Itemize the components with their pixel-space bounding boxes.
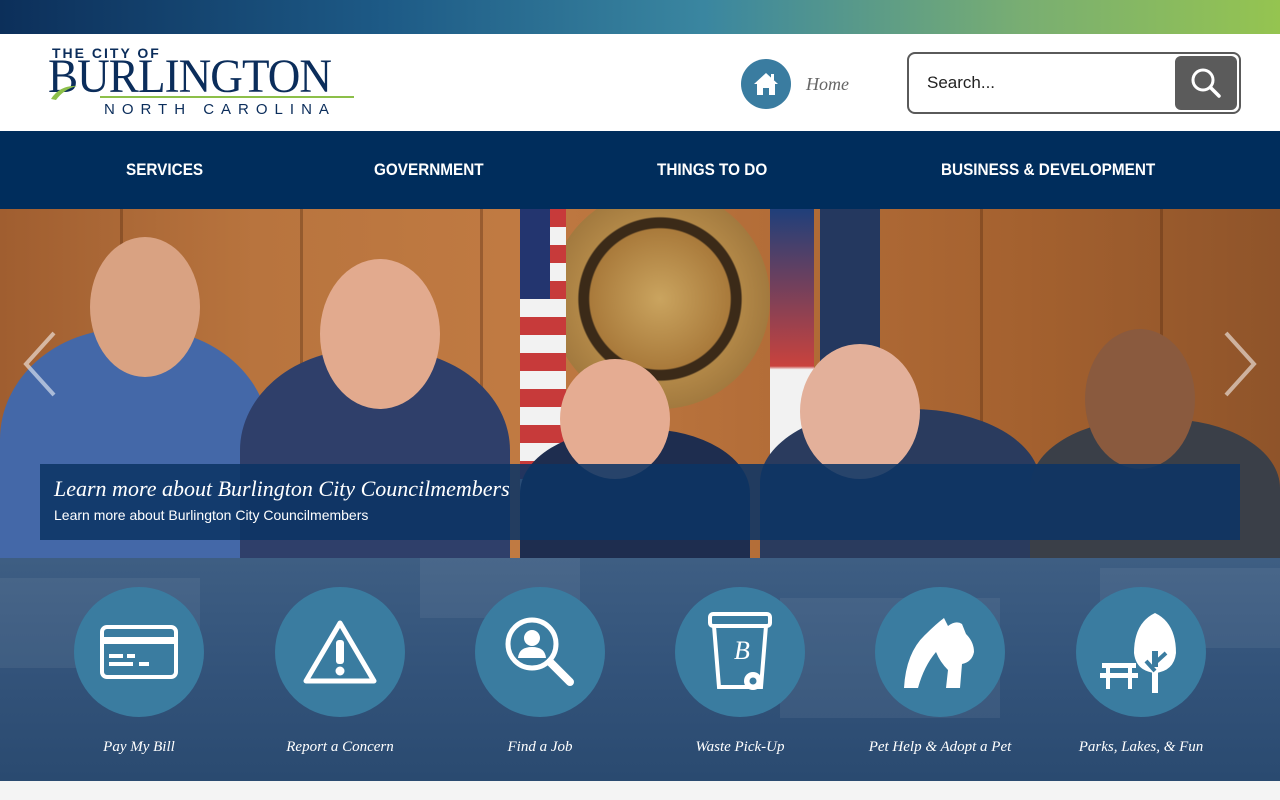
person-1-head (90, 237, 200, 377)
main-nav: SERVICES GOVERNMENT THINGS TO DO BUSINES… (0, 131, 1280, 209)
slider-next-arrow-icon[interactable] (1220, 329, 1260, 399)
slider-prev-arrow-icon[interactable] (20, 329, 60, 399)
park-icon (1076, 587, 1206, 717)
quick-link-pay-bill[interactable]: Pay My Bill (49, 587, 229, 756)
search-button[interactable] (1175, 56, 1237, 110)
search-box (907, 52, 1241, 114)
search-input[interactable] (927, 66, 1167, 100)
pet-icon (875, 587, 1005, 717)
home-link[interactable]: Home (741, 59, 849, 109)
job-search-icon (475, 587, 605, 717)
slide-caption-title: Learn more about Burlington City Council… (54, 476, 510, 501)
search-icon (1191, 68, 1221, 98)
hero-slider: Learn more about Burlington City Council… (0, 209, 1280, 558)
city-logo[interactable]: THE CITY OF BURLINGTON NORTH CAROLINA (48, 45, 358, 121)
home-icon (741, 59, 791, 109)
quick-link-find-job[interactable]: Find a Job (450, 587, 630, 756)
quick-link-label: Waste Pick-Up (695, 739, 785, 755)
quick-link-report-concern[interactable]: Report a Concern (250, 587, 430, 756)
logo-swoosh-icon (51, 85, 77, 100)
quick-link-label: Pay My Bill (103, 739, 175, 755)
home-label: Home (806, 73, 849, 94)
person-3-head (560, 359, 670, 479)
quick-link-label: Pet Help & Adopt a Pet (868, 739, 1012, 755)
logo-state: NORTH CAROLINA (104, 101, 336, 118)
logo-city-name: BURLINGTON (48, 50, 332, 103)
nav-government[interactable]: GOVERNMENT (374, 131, 484, 209)
svg-text:B: B (734, 636, 750, 665)
page-bottom (0, 781, 1280, 800)
logo-rule (100, 96, 354, 98)
quick-link-label: Report a Concern (286, 739, 394, 755)
top-gradient-bar (0, 0, 1280, 34)
trash-can-icon: B (675, 587, 805, 717)
quick-links: Pay My Bill Report a Concern Find a Job (0, 558, 1280, 781)
quick-link-waste-pickup[interactable]: B Waste Pick-Up (650, 587, 830, 756)
person-5-head (1085, 329, 1195, 469)
quick-link-label: Parks, Lakes, & Fun (1078, 739, 1204, 755)
quick-link-label: Find a Job (507, 739, 573, 755)
person-4-head (800, 344, 920, 479)
us-flag-canton (520, 209, 550, 299)
nav-things-to-do[interactable]: THINGS TO DO (657, 131, 767, 209)
slide-caption[interactable]: Learn more about Burlington City Council… (40, 464, 1240, 540)
slide-caption-text: Learn more about Burlington City Council… (54, 507, 369, 523)
site-header: THE CITY OF BURLINGTON NORTH CAROLINA Ho… (0, 34, 1280, 131)
nav-services[interactable]: SERVICES (126, 131, 203, 209)
quick-link-parks[interactable]: Parks, Lakes, & Fun (1051, 587, 1231, 756)
nav-business-development[interactable]: BUSINESS & DEVELOPMENT (941, 131, 1155, 209)
quick-link-pet-help[interactable]: Pet Help & Adopt a Pet (850, 587, 1030, 756)
warning-icon (275, 587, 405, 717)
credit-card-icon (74, 587, 204, 717)
person-2-head (320, 259, 440, 409)
